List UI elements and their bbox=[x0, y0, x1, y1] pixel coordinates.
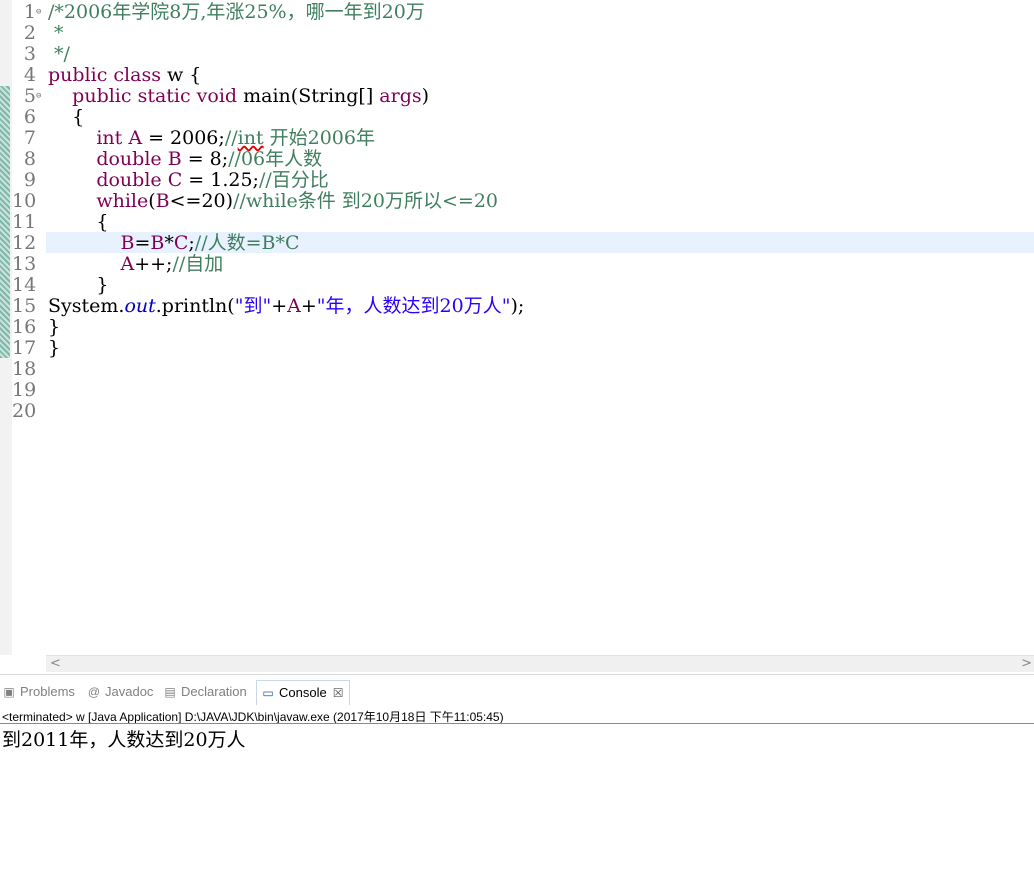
code-text: */ bbox=[48, 43, 70, 65]
line-number: 10 bbox=[12, 190, 37, 212]
line-number: 1 bbox=[23, 1, 36, 23]
code-text: } bbox=[48, 274, 109, 296]
tab-label: Declaration bbox=[181, 684, 247, 699]
code-text: } bbox=[48, 316, 61, 338]
problems-icon: ▣ bbox=[3, 685, 15, 699]
line-number: 7 bbox=[23, 127, 36, 149]
code-text: A++;//自加 bbox=[120, 253, 224, 275]
line-number: 17 bbox=[12, 337, 37, 359]
line-number: 19 bbox=[12, 379, 37, 401]
tab-problems[interactable]: ▣ Problems bbox=[2, 682, 75, 702]
console-divider bbox=[0, 723, 1034, 724]
code-text: while(B<=20)//while条件 到20万所以<=20 bbox=[96, 190, 498, 212]
line-number: 9 bbox=[23, 169, 36, 191]
declaration-icon: ▤ bbox=[164, 685, 176, 699]
code-text: * bbox=[48, 22, 64, 44]
line-number: 18 bbox=[12, 358, 37, 380]
line-number: 13 bbox=[12, 253, 37, 275]
code-text: double C = 1.25;//百分比 bbox=[96, 169, 329, 191]
tab-label: Javadoc bbox=[105, 684, 154, 699]
line-number: 2 bbox=[23, 22, 36, 44]
line-number: 3 bbox=[23, 43, 36, 65]
tab-label: Console bbox=[279, 685, 327, 700]
scroll-left-icon[interactable]: < bbox=[50, 656, 61, 671]
tab-label: Problems bbox=[20, 684, 75, 699]
code-text: { bbox=[48, 106, 85, 128]
line-number: 16 bbox=[12, 316, 37, 338]
line-number: 20 bbox=[12, 400, 37, 422]
line-number: 12 bbox=[12, 232, 37, 254]
fold-toggle-icon[interactable]: ⊖ bbox=[36, 86, 41, 107]
change-marker-bar bbox=[0, 86, 10, 358]
console-output[interactable]: 到2011年，人数达到20万人 bbox=[2, 725, 246, 752]
tab-declaration[interactable]: ▤ Declaration bbox=[163, 682, 247, 702]
horizontal-scrollbar[interactable]: < > bbox=[46, 655, 1034, 672]
tab-javadoc[interactable]: @ Javadoc bbox=[87, 682, 154, 702]
line-number: 14 bbox=[12, 274, 37, 296]
code-text: int A = 2006;//int 开始2006年 bbox=[96, 127, 375, 149]
line-number: 4 bbox=[23, 64, 36, 86]
line-number: 8 bbox=[23, 148, 36, 170]
code-text: public class w { bbox=[48, 64, 202, 86]
code-text: public static void main(String[] args) bbox=[72, 85, 430, 107]
code-text: { bbox=[48, 211, 109, 233]
line-number: 11 bbox=[12, 211, 37, 233]
line-number: 15 bbox=[12, 295, 37, 317]
code-text: } bbox=[48, 337, 61, 359]
javadoc-icon: @ bbox=[87, 685, 101, 699]
line-number: 5 bbox=[23, 85, 36, 107]
code-text: System.out.println("到"+A+"年，人数达到20万人"); bbox=[48, 295, 525, 317]
fold-toggle-icon[interactable]: ⊖ bbox=[36, 2, 41, 23]
close-icon[interactable]: ☒ bbox=[333, 686, 344, 700]
scroll-right-icon[interactable]: > bbox=[1021, 656, 1032, 671]
view-tab-bar: ▣ Problems @ Javadoc ▤ Declaration ▭ Console… bbox=[0, 674, 1034, 707]
code-text: B=B*C;//人数=B*C bbox=[120, 232, 300, 254]
console-icon: ▭ bbox=[262, 686, 274, 700]
code-editor[interactable]: 1 ⊖/*2006年学院8万,年涨25%，哪一年到20万 2 * 3 */4 publi… bbox=[0, 0, 1034, 672]
tab-console[interactable]: ▭ Console ☒ bbox=[256, 680, 351, 705]
code-text: /*2006年学院8万,年涨25%，哪一年到20万 bbox=[48, 1, 425, 23]
line-number: 6 bbox=[23, 106, 36, 128]
code-text: double B = 8;//06年人数 bbox=[96, 148, 323, 170]
